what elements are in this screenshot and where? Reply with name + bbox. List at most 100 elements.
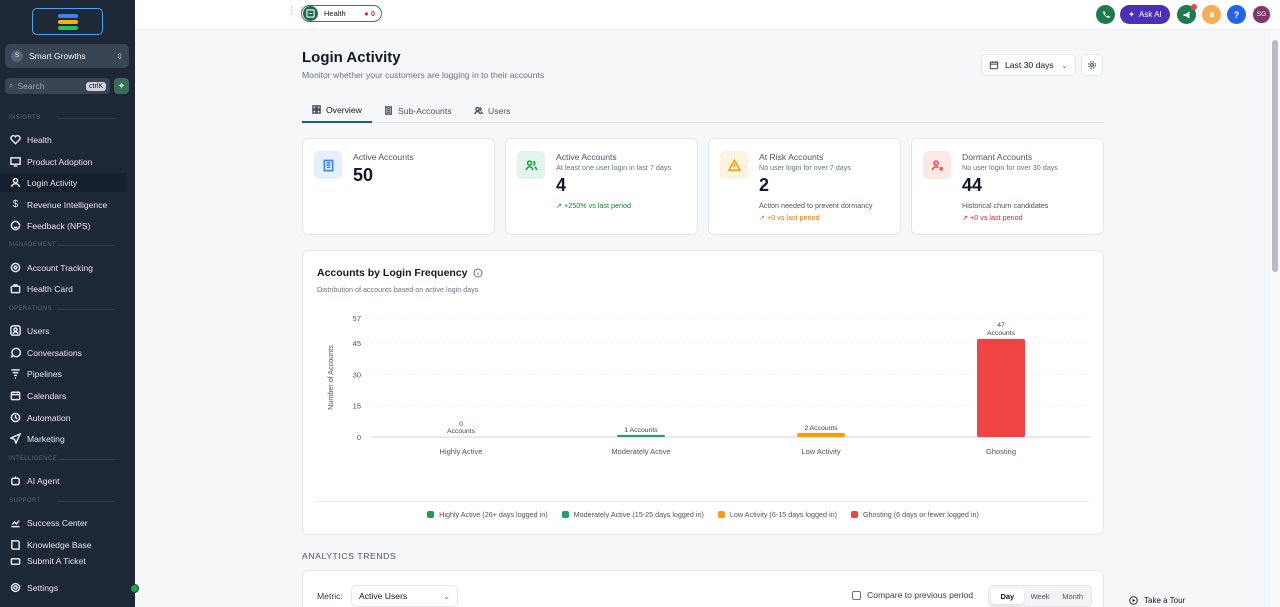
sidebar-item-health-card[interactable]: Health Card bbox=[0, 279, 126, 298]
sidebar-item-calendars[interactable]: Calendars bbox=[0, 386, 126, 405]
notifications-button[interactable] bbox=[1202, 5, 1221, 24]
legend-swatch bbox=[717, 511, 725, 518]
monitor-icon bbox=[10, 156, 21, 167]
legend-swatch bbox=[427, 511, 435, 518]
chevron-down-icon: ⌄ bbox=[1061, 60, 1068, 70]
legend-swatch bbox=[850, 511, 858, 518]
sidebar-item-label: Settings bbox=[27, 582, 59, 593]
sidebar-item-feedback[interactable]: Feedback (NPS) bbox=[0, 216, 126, 235]
legend-swatch bbox=[561, 511, 569, 518]
legend-item-moderately-active[interactable]: Moderately Active (15-25 days logged in) bbox=[561, 510, 704, 519]
sidebar-item-conversations[interactable]: Conversations bbox=[0, 343, 126, 362]
kpi-value: 4 bbox=[556, 175, 567, 195]
kpi-trend: ↗ +0 vs last period bbox=[759, 213, 820, 222]
sidebar-search[interactable]: ⌕ Search ctrlK bbox=[5, 78, 110, 94]
account-switcher[interactable]: S Smart Growths ⇳ bbox=[5, 44, 129, 68]
avatar-initials: SG bbox=[1256, 11, 1267, 18]
sidebar-item-label: Automation bbox=[27, 412, 71, 423]
phone-icon bbox=[1102, 10, 1110, 18]
y-tick-label: 57 bbox=[353, 314, 361, 323]
y-tick-label: 45 bbox=[353, 339, 361, 348]
kpi-trend-value: +0 vs last period bbox=[767, 213, 820, 222]
period-day[interactable]: Day bbox=[991, 588, 1024, 604]
date-range-select[interactable]: Last 30 days ⌄ bbox=[981, 54, 1076, 76]
tab-overview[interactable]: Overview bbox=[302, 98, 372, 123]
feedback-icon bbox=[10, 220, 21, 231]
account-name: Smart Growths bbox=[29, 51, 86, 61]
phone-button[interactable] bbox=[1096, 5, 1115, 24]
chart-divider bbox=[317, 501, 1089, 502]
analytics-controls: Metric: Active Users ⌄ Compare to previo… bbox=[302, 570, 1104, 607]
app-root: S Smart Growths ⇳ ⌕ Search ctrlK ✦ INSIG… bbox=[0, 0, 1280, 607]
notification-dot bbox=[1191, 4, 1197, 10]
section-intelligence: INTELLIGENCE bbox=[9, 456, 58, 462]
users-icon bbox=[474, 106, 483, 115]
kpi-value: 2 bbox=[759, 175, 770, 195]
sidebar-item-label: Revenue Intelligence bbox=[27, 199, 108, 210]
sidebar-item-automation[interactable]: Automation bbox=[0, 408, 126, 427]
scrollbar-thumb[interactable] bbox=[1272, 40, 1278, 272]
chat-icon bbox=[10, 347, 21, 358]
sidebar-item-marketing[interactable]: Marketing bbox=[0, 429, 126, 448]
legend-item-ghosting[interactable]: Ghosting (6 days or fewer logged in) bbox=[850, 510, 979, 519]
legend-item-low-activity[interactable]: Low Activity (6-15 days logged in) bbox=[717, 510, 837, 519]
sidebar-item-label: AI Agent bbox=[27, 475, 60, 486]
kpi-card-at-risk: At Risk Accounts No user login for over … bbox=[708, 138, 901, 235]
compare-checkbox[interactable] bbox=[852, 590, 861, 600]
brand-logo[interactable] bbox=[32, 8, 103, 35]
sidebar-item-product-adoption[interactable]: Product Adoption bbox=[0, 152, 126, 171]
compare-toggle[interactable]: Compare to previous period bbox=[852, 590, 973, 600]
kpi-note: Action needed to prevent dormancy bbox=[759, 201, 873, 210]
period-week[interactable]: Week bbox=[1024, 588, 1057, 604]
sidebar-item-knowledge-base[interactable]: Knowledge Base bbox=[0, 535, 126, 554]
tab-label: Overview bbox=[326, 104, 362, 115]
sidebar-item-label: Submit A Ticket bbox=[27, 556, 86, 566]
sidebar-item-label: Users bbox=[27, 325, 50, 336]
help-button[interactable]: ? bbox=[1227, 5, 1246, 24]
metric-select[interactable]: Active Users ⌄ bbox=[351, 585, 458, 607]
sidebar-item-users[interactable]: Users bbox=[0, 321, 126, 340]
settings-button[interactable] bbox=[1081, 54, 1103, 76]
sidebar-item-success-center[interactable]: Success Center bbox=[0, 513, 126, 532]
quick-action-button[interactable]: ✦ bbox=[114, 78, 129, 94]
account-avatar: S bbox=[11, 50, 23, 62]
sidebar-item-submit-ticket[interactable]: Submit A Ticket bbox=[0, 556, 126, 568]
take-a-tour-button[interactable]: Take a Tour bbox=[1129, 596, 1185, 605]
logo-icon bbox=[57, 13, 78, 30]
sidebar-item-settings[interactable]: Settings bbox=[0, 578, 126, 597]
tab-users[interactable]: Users bbox=[464, 98, 520, 123]
sidebar-item-pipelines[interactable]: Pipelines bbox=[0, 364, 126, 383]
legend-item-highly-active[interactable]: Highly Active (26+ days logged in) bbox=[427, 510, 548, 519]
user-avatar[interactable]: SG bbox=[1252, 5, 1271, 24]
announcements-button[interactable] bbox=[1177, 4, 1197, 24]
sidebar-item-ai-agent[interactable]: AI Agent bbox=[0, 471, 126, 490]
gear-icon bbox=[10, 582, 21, 593]
sidebar-item-health[interactable]: Health bbox=[0, 130, 126, 149]
kpi-title: Active Accounts bbox=[556, 152, 617, 162]
sidebar-item-login-activity[interactable]: Login Activity bbox=[0, 173, 126, 192]
calendar-icon bbox=[989, 61, 999, 70]
sidebar-item-revenue-intelligence[interactable]: $ Revenue Intelligence bbox=[0, 195, 126, 214]
sidebar-item-label: Feedback (NPS) bbox=[27, 220, 91, 231]
warning-icon bbox=[720, 151, 748, 179]
megaphone-icon bbox=[1183, 11, 1189, 18]
tab-label: Users bbox=[488, 105, 511, 116]
sidebar-item-account-tracking[interactable]: Account Tracking bbox=[0, 258, 126, 277]
kpi-card-dormant: Dormant Accounts No user login for over … bbox=[911, 138, 1104, 235]
bot-icon bbox=[10, 475, 21, 486]
gear-icon bbox=[1088, 61, 1096, 69]
kpi-card-active-accounts: Active Accounts 50 bbox=[302, 138, 495, 235]
legend-label: Highly Active (26+ days logged in) bbox=[439, 510, 548, 519]
search-shortcut: ctrlK bbox=[86, 81, 106, 91]
users-icon bbox=[517, 151, 545, 179]
kpi-card-active-7d: Active Accounts At least one user login … bbox=[505, 138, 698, 235]
ask-ai-button[interactable]: ✦ Ask AI bbox=[1120, 5, 1170, 24]
period-month[interactable]: Month bbox=[1056, 588, 1089, 604]
sidebar-item-label: Calendars bbox=[27, 390, 67, 401]
health-pill[interactable]: Health ● 0 bbox=[301, 5, 382, 22]
kpi-description: At least one user login in last 7 days bbox=[556, 163, 672, 172]
page-scrollbar[interactable] bbox=[1271, 30, 1280, 607]
trend-up-icon: ↗ bbox=[759, 213, 768, 222]
compare-label: Compare to previous period bbox=[867, 590, 974, 600]
tab-sub-accounts[interactable]: Sub-Accounts bbox=[374, 98, 462, 123]
